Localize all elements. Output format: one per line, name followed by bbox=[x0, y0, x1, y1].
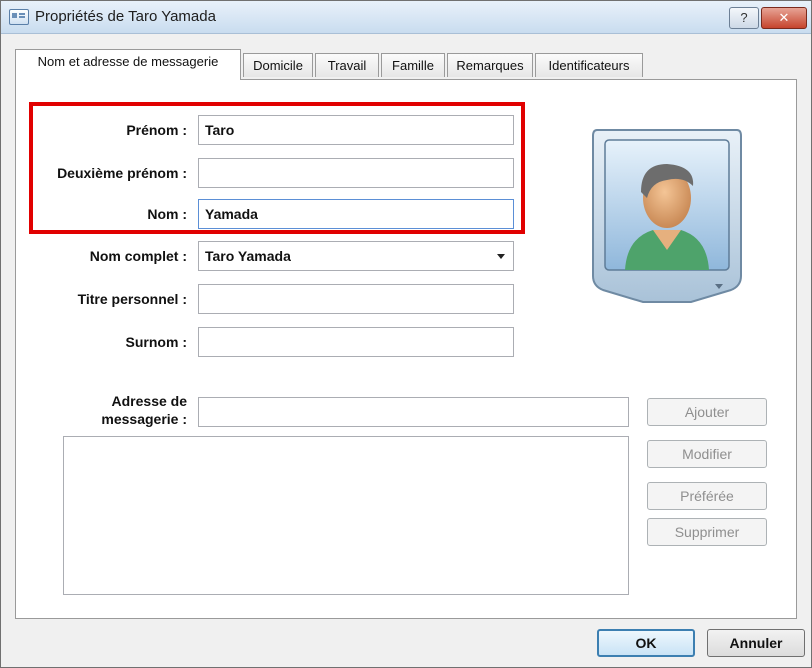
nickname-label: Surnom : bbox=[125, 334, 187, 350]
contact-card-icon bbox=[9, 9, 29, 25]
full-name-combo[interactable]: Taro Yamada bbox=[198, 241, 514, 271]
tab-home[interactable]: Domicile bbox=[243, 53, 313, 77]
add-email-button[interactable]: Ajouter bbox=[647, 398, 767, 426]
tab-family[interactable]: Famille bbox=[381, 53, 445, 77]
ok-button[interactable]: OK bbox=[597, 629, 695, 657]
contact-photo[interactable] bbox=[591, 126, 743, 308]
full-name-value: Taro Yamada bbox=[205, 248, 291, 264]
contact-properties-window: Propriétés de Taro Yamada ? ✕ Nom et adr… bbox=[0, 0, 812, 668]
help-button[interactable]: ? bbox=[729, 7, 759, 29]
email-field[interactable] bbox=[198, 397, 629, 427]
window-title: Propriétés de Taro Yamada bbox=[35, 8, 216, 25]
tab-notes[interactable]: Remarques bbox=[447, 53, 533, 77]
nickname-field[interactable] bbox=[198, 327, 514, 357]
dropdown-arrow-icon[interactable] bbox=[497, 254, 505, 259]
title-bar: Propriétés de Taro Yamada ? ✕ bbox=[1, 1, 811, 34]
delete-email-button[interactable]: Supprimer bbox=[647, 518, 767, 546]
personal-title-label: Titre personnel : bbox=[77, 291, 187, 307]
preferred-email-button[interactable]: Préférée bbox=[647, 482, 767, 510]
edit-email-button[interactable]: Modifier bbox=[647, 440, 767, 468]
name-fields-highlight bbox=[29, 102, 525, 234]
email-label-line2: messagerie : bbox=[101, 411, 187, 427]
personal-title-field[interactable] bbox=[198, 284, 514, 314]
tab-work[interactable]: Travail bbox=[315, 53, 379, 77]
cancel-button[interactable]: Annuler bbox=[707, 629, 805, 657]
full-name-label: Nom complet : bbox=[89, 248, 187, 264]
close-button[interactable]: ✕ bbox=[761, 7, 807, 29]
email-label-line1: Adresse de bbox=[111, 393, 187, 409]
email-list[interactable] bbox=[63, 436, 629, 595]
tab-name-and-email[interactable]: Nom et adresse de messagerie bbox=[15, 49, 241, 80]
tab-ids[interactable]: Identificateurs bbox=[535, 53, 643, 77]
